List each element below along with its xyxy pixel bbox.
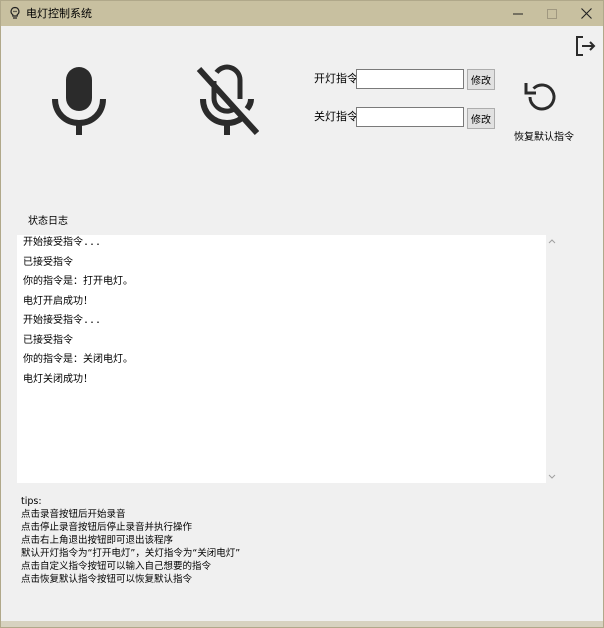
- microphone-off-icon: [196, 64, 260, 136]
- maximize-icon: [547, 8, 557, 19]
- close-button[interactable]: [569, 1, 603, 26]
- log-line: 你的指令是：打开电灯。: [23, 276, 133, 287]
- status-log[interactable]: 开始接受指令... 已接受指令 你的指令是：打开电灯。 电灯开启成功！ 开始接受…: [17, 235, 558, 483]
- tips-panel: tips: 点击录音按钮后开始录音 点击停止录音按钮后停止录音并执行操作 点击右…: [21, 495, 240, 586]
- microphone-icon: [52, 67, 106, 135]
- stop-record-button[interactable]: [195, 63, 260, 139]
- maximize-button[interactable]: [535, 1, 569, 26]
- tips-heading: tips:: [21, 496, 42, 507]
- exit-icon: [576, 36, 596, 56]
- log-line: 电灯开启成功！: [23, 295, 93, 307]
- chevron-up-icon: [548, 239, 556, 244]
- close-icon: [580, 8, 592, 19]
- modify-open-button[interactable]: 修改: [467, 69, 495, 90]
- log-line: 已接受指令: [23, 334, 73, 346]
- restore-default-button[interactable]: [521, 77, 561, 117]
- scroll-up-button[interactable]: [546, 235, 558, 247]
- close-command-input[interactable]: [356, 107, 464, 127]
- open-command-input[interactable]: [356, 69, 464, 89]
- title-bar[interactable]: 电灯控制系统: [1, 1, 603, 26]
- status-log-title: 状态日志: [28, 216, 68, 227]
- bottom-edge: [1, 621, 603, 627]
- log-line: 已接受指令: [23, 256, 73, 268]
- chevron-down-icon: [548, 474, 556, 479]
- tip-line: 点击停止录音按钮后停止录音并执行操作: [21, 522, 193, 533]
- app-window: 电灯控制系统 开灯指令 修改 关灯指令 修改 恢复默认指令 状态日志 开始接受指…: [0, 0, 604, 628]
- minimize-icon: [513, 13, 523, 14]
- record-button[interactable]: [47, 63, 111, 139]
- exit-button[interactable]: [573, 34, 597, 58]
- tip-line: 点击右上角退出按钮即可退出该程序: [21, 535, 174, 546]
- log-line: 电灯关闭成功！: [23, 373, 93, 385]
- close-command-label: 关灯指令: [314, 110, 358, 123]
- log-line: 开始接受指令...: [23, 237, 102, 248]
- open-command-label: 开灯指令: [314, 72, 358, 85]
- tip-line: 点击自定义指令按钮可以输入自己想要的指令: [21, 561, 212, 572]
- restore-icon: [524, 83, 556, 111]
- modify-close-button[interactable]: 修改: [467, 108, 495, 129]
- tip-line: 点击恢复默认指令按钮可以恢复默认指令: [21, 574, 193, 585]
- minimize-button[interactable]: [501, 1, 535, 26]
- lightbulb-icon: [8, 6, 22, 20]
- tip-line: 点击录音按钮后开始录音: [21, 509, 126, 520]
- scroll-down-button[interactable]: [546, 471, 558, 483]
- tip-line: 默认开灯指令为“打开电灯”，关灯指令为“关闭电灯”: [21, 548, 241, 559]
- restore-default-label: 恢复默认指令: [514, 132, 574, 143]
- log-scrollbar[interactable]: [546, 235, 558, 483]
- window-title: 电灯控制系统: [26, 7, 92, 20]
- log-line: 你的指令是：关闭电灯。: [23, 354, 133, 365]
- log-line: 开始接受指令...: [23, 315, 102, 326]
